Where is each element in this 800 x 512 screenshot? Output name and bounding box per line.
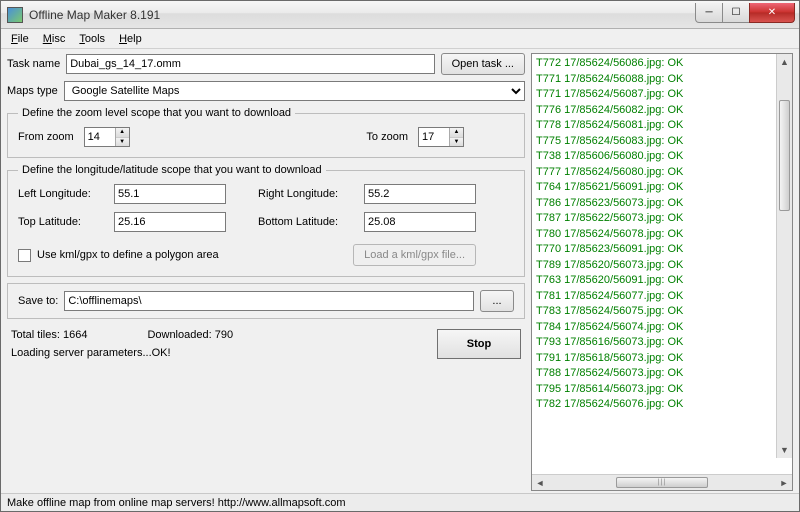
window-title: Offline Map Maker 8.191 [29, 8, 696, 22]
chevron-up-icon[interactable]: ▲ [450, 128, 463, 138]
chevron-up-icon[interactable]: ▲ [116, 128, 129, 138]
log-line: T771 17/85624/56088.jpg: OK [536, 72, 788, 88]
maps-type-row: Maps type Google Satellite Maps [7, 81, 525, 101]
zoom-legend: Define the zoom level scope that you wan… [18, 107, 295, 119]
app-window: Offline Map Maker 8.191 ─ ☐ ✕ File Misc … [0, 0, 800, 512]
log-line: T777 17/85624/56080.jpg: OK [536, 165, 788, 181]
right-lon-input[interactable] [364, 184, 476, 204]
zoom-fieldset: Define the zoom level scope that you wan… [7, 107, 525, 158]
log-line: T775 17/85624/56083.jpg: OK [536, 134, 788, 150]
scrollbar-thumb[interactable] [616, 477, 707, 488]
scroll-up-icon[interactable]: ▲ [777, 54, 792, 70]
log-line: T771 17/85624/56087.jpg: OK [536, 87, 788, 103]
maps-type-label: Maps type [7, 85, 58, 97]
vertical-scrollbar[interactable]: ▲ ▼ [776, 54, 792, 458]
chevron-down-icon[interactable]: ▼ [116, 138, 129, 147]
scroll-left-icon[interactable]: ◄ [532, 478, 548, 488]
close-button[interactable]: ✕ [749, 3, 795, 23]
maps-type-select[interactable]: Google Satellite Maps [64, 81, 525, 101]
left-panel: Task name Open task ... Maps type Google… [7, 53, 525, 491]
open-task-button[interactable]: Open task ... [441, 53, 525, 75]
titlebar: Offline Map Maker 8.191 ─ ☐ ✕ [1, 1, 799, 29]
menu-file[interactable]: File [5, 31, 35, 47]
status-area: Total tiles: 1664 Downloaded: 790 Loadin… [7, 325, 525, 361]
log-line: T787 17/85622/56073.jpg: OK [536, 211, 788, 227]
save-to-label: Save to: [18, 295, 58, 307]
log-line: T788 17/85624/56073.jpg: OK [536, 366, 788, 382]
minimize-button[interactable]: ─ [695, 3, 723, 23]
task-name-label: Task name [7, 58, 60, 70]
to-zoom-spinner[interactable]: ▲▼ [418, 127, 464, 147]
load-kml-button: Load a kml/gpx file... [353, 244, 476, 266]
stop-button[interactable]: Stop [437, 329, 521, 359]
left-lon-label: Left Longitude: [18, 188, 108, 200]
scrollbar-thumb[interactable] [779, 100, 790, 212]
right-lon-label: Right Longitude: [258, 188, 358, 200]
from-zoom-input[interactable] [85, 128, 115, 146]
footer-status: Make offline map from online map servers… [1, 493, 799, 511]
from-zoom-label: From zoom [18, 131, 74, 143]
kml-checkbox-label: Use kml/gpx to define a polygon area [37, 249, 219, 261]
log-line: T780 17/85624/56078.jpg: OK [536, 227, 788, 243]
log-line: T764 17/85621/56091.jpg: OK [536, 180, 788, 196]
bottom-lat-label: Bottom Latitude: [258, 216, 358, 228]
left-lon-input[interactable] [114, 184, 226, 204]
menubar: File Misc Tools Help [1, 29, 799, 49]
bottom-lat-input[interactable] [364, 212, 476, 232]
log-line: T784 17/85624/56074.jpg: OK [536, 320, 788, 336]
task-name-input[interactable] [66, 54, 434, 74]
log-line: T793 17/85616/56073.jpg: OK [536, 335, 788, 351]
log-line: T783 17/85624/56075.jpg: OK [536, 304, 788, 320]
log-line: T778 17/85624/56081.jpg: OK [536, 118, 788, 134]
to-zoom-label: To zoom [366, 131, 408, 143]
log-line: T782 17/85624/56076.jpg: OK [536, 397, 788, 413]
footer-text: Make offline map from online map servers… [7, 497, 346, 509]
log-line: T763 17/85620/56091.jpg: OK [536, 273, 788, 289]
log-line: T781 17/85624/56077.jpg: OK [536, 289, 788, 305]
top-lat-input[interactable] [114, 212, 226, 232]
log-line: T772 17/85624/56086.jpg: OK [536, 56, 788, 72]
log-line: T776 17/85624/56082.jpg: OK [536, 103, 788, 119]
total-tiles-label: Total tiles: 1664 [11, 329, 87, 341]
top-lat-label: Top Latitude: [18, 216, 108, 228]
menu-misc[interactable]: Misc [37, 31, 72, 47]
log-line: T738 17/85606/56080.jpg: OK [536, 149, 788, 165]
menu-help[interactable]: Help [113, 31, 148, 47]
horizontal-scrollbar[interactable]: ◄ ► [532, 474, 792, 490]
task-row: Task name Open task ... [7, 53, 525, 75]
to-zoom-input[interactable] [419, 128, 449, 146]
log-list: T772 17/85624/56086.jpg: OKT771 17/85624… [532, 54, 792, 415]
scroll-down-icon[interactable]: ▼ [777, 442, 792, 458]
window-controls: ─ ☐ ✕ [696, 3, 795, 23]
bbox-legend: Define the longitude/latitude scope that… [18, 164, 326, 176]
from-zoom-spinner[interactable]: ▲▼ [84, 127, 130, 147]
downloaded-label: Downloaded: 790 [147, 329, 233, 341]
client-area: Task name Open task ... Maps type Google… [1, 49, 799, 493]
scroll-right-icon[interactable]: ► [776, 478, 792, 488]
chevron-down-icon[interactable]: ▼ [450, 138, 463, 147]
bbox-fieldset: Define the longitude/latitude scope that… [7, 164, 525, 277]
app-icon [7, 7, 23, 23]
log-line: T786 17/85623/56073.jpg: OK [536, 196, 788, 212]
maximize-button[interactable]: ☐ [722, 3, 750, 23]
log-line: T791 17/85618/56073.jpg: OK [536, 351, 788, 367]
browse-button[interactable]: ... [480, 290, 514, 312]
save-fieldset: Save to: ... [7, 283, 525, 319]
menu-tools[interactable]: Tools [73, 31, 111, 47]
log-panel: T772 17/85624/56086.jpg: OKT771 17/85624… [531, 53, 793, 491]
log-line: T789 17/85620/56073.jpg: OK [536, 258, 788, 274]
status-message: Loading server parameters...OK! [11, 347, 407, 359]
log-line: T795 17/85614/56073.jpg: OK [536, 382, 788, 398]
save-to-input[interactable] [64, 291, 474, 311]
kml-checkbox[interactable] [18, 249, 31, 262]
log-line: T770 17/85623/56091.jpg: OK [536, 242, 788, 258]
